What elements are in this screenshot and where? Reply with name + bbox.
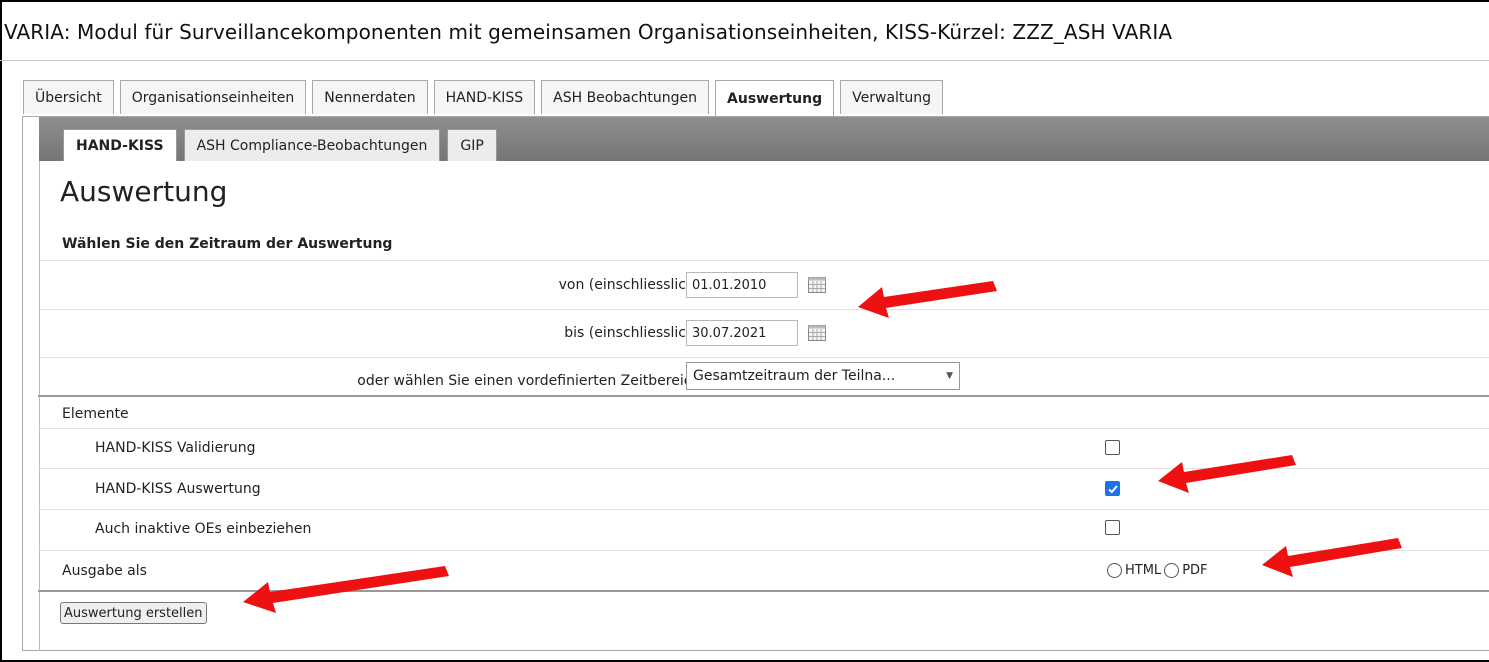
divider: [38, 550, 1489, 551]
main-tab-bar: Übersicht Organisationseinheiten Nennerd…: [23, 80, 949, 117]
checkbox-validierung[interactable]: [1105, 440, 1120, 455]
from-date-input[interactable]: [686, 272, 798, 298]
radio-pdf[interactable]: [1164, 563, 1180, 578]
to-label: bis (einschliesslich):: [564, 325, 705, 341]
divider: [38, 468, 1489, 469]
subtab-bar: HAND-KISS ASH Compliance-Beobachtungen G…: [39, 117, 1489, 161]
divider: [38, 395, 1489, 397]
element-label-validierung: HAND-KISS Validierung: [95, 440, 256, 456]
radio-pdf-label[interactable]: PDF: [1182, 563, 1207, 578]
content-area: Auswertung Wählen Sie den Zeitraum der A…: [39, 161, 1489, 651]
preset-period-select[interactable]: Gesamtzeitraum der Teilna... ▼: [686, 362, 960, 390]
tab-nennerdaten[interactable]: Nennerdaten: [312, 80, 428, 114]
radio-html[interactable]: [1107, 563, 1122, 578]
create-report-button[interactable]: Auswertung erstellen: [60, 602, 207, 624]
calendar-icon[interactable]: [808, 325, 826, 341]
app-title: VARIA: Modul für Surveillancekomponenten…: [4, 20, 1173, 44]
radio-html-label[interactable]: HTML: [1125, 563, 1161, 578]
calendar-icon[interactable]: [808, 277, 826, 293]
divider: [40, 260, 1489, 261]
element-label-auswertung: HAND-KISS Auswertung: [95, 481, 261, 497]
preset-value: Gesamtzeitraum der Teilna...: [693, 368, 896, 384]
output-label: Ausgabe als: [62, 563, 147, 579]
tab-auswertung[interactable]: Auswertung: [715, 80, 835, 117]
tab-hand-kiss[interactable]: HAND-KISS: [433, 80, 536, 114]
divider: [38, 509, 1489, 510]
element-label-inaktive: Auch inaktive OEs einbeziehen: [95, 521, 312, 537]
preset-label: oder wählen Sie einen vordefinierten Zei…: [357, 373, 705, 389]
chevron-down-icon: ▼: [946, 371, 953, 381]
elements-heading: Elemente: [62, 406, 129, 422]
tab-organisationseinheiten[interactable]: Organisationseinheiten: [119, 80, 307, 114]
checkbox-auswertung[interactable]: [1105, 481, 1120, 496]
divider: [40, 357, 1489, 358]
check-icon: [1108, 485, 1118, 494]
divider: [38, 590, 1489, 592]
page-title: Auswertung: [60, 175, 228, 208]
tab-ash-beobachtungen[interactable]: ASH Beobachtungen: [541, 80, 710, 114]
section-heading: Wählen Sie den Zeitraum der Auswertung: [62, 236, 393, 252]
subtab-ash-compliance[interactable]: ASH Compliance-Beobachtungen: [183, 129, 441, 161]
from-label: von (einschliesslich):: [558, 277, 705, 293]
tab-uebersicht[interactable]: Übersicht: [23, 80, 114, 114]
divider: [38, 428, 1489, 429]
divider: [0, 60, 1489, 61]
output-radio-group: HTML PDF: [1107, 563, 1211, 578]
tab-verwaltung[interactable]: Verwaltung: [840, 80, 944, 114]
divider: [40, 309, 1489, 310]
to-date-input[interactable]: [686, 320, 798, 346]
checkbox-inaktive-oes[interactable]: [1105, 520, 1120, 535]
subtab-hand-kiss[interactable]: HAND-KISS: [63, 129, 177, 161]
subtab-gip[interactable]: GIP: [447, 129, 497, 161]
